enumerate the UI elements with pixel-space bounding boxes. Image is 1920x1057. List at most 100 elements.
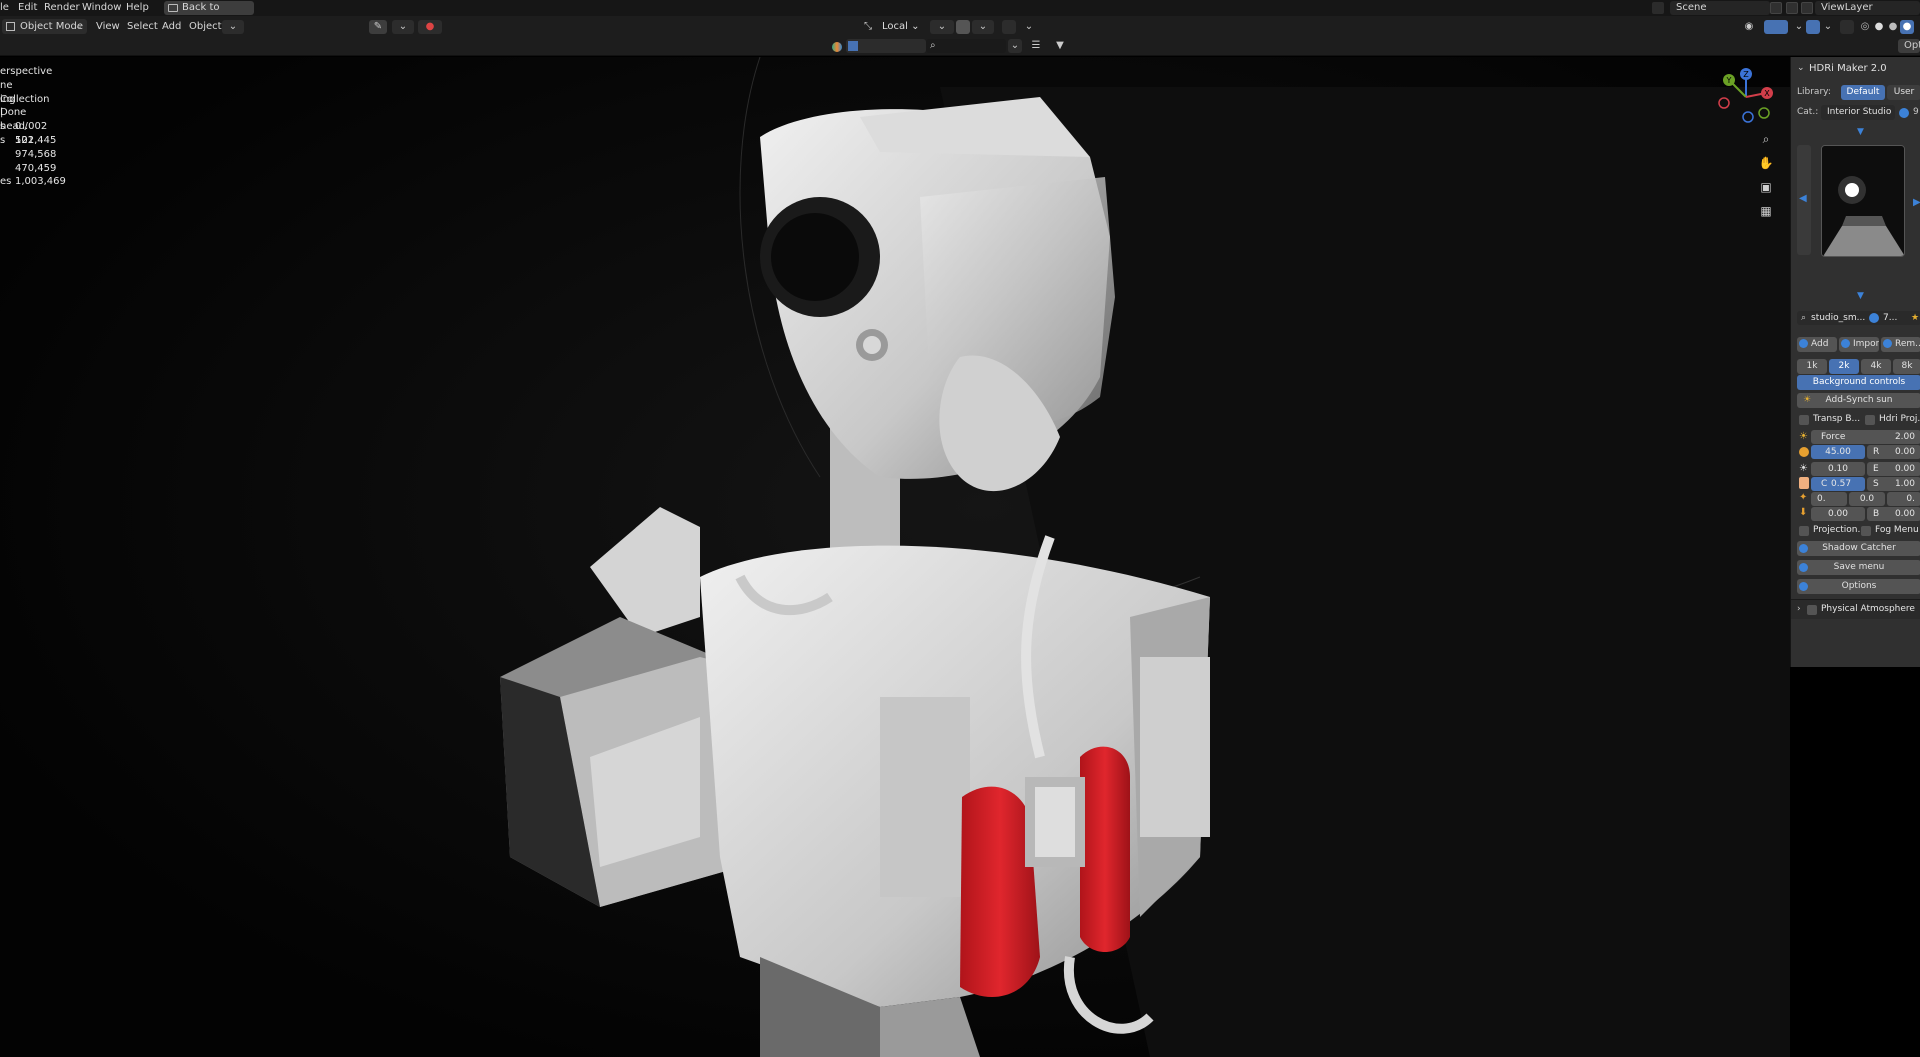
menu-window[interactable]: Window bbox=[82, 2, 121, 13]
delete-scene-icon[interactable] bbox=[1786, 2, 1798, 14]
color-swatch-icon[interactable] bbox=[1799, 477, 1809, 489]
scene-icon[interactable] bbox=[1652, 2, 1664, 14]
overlay-icon[interactable] bbox=[1806, 20, 1820, 34]
menu-render[interactable]: Render bbox=[44, 2, 80, 13]
preview-next-icon[interactable]: ▶ bbox=[1913, 197, 1920, 208]
falloff-icon[interactable]: ⌄ bbox=[1018, 20, 1040, 34]
gizmo-dropdown-icon[interactable]: ⌄ bbox=[1792, 20, 1806, 34]
view-layer-selector[interactable]: ViewLayer bbox=[1815, 1, 1920, 15]
category-select[interactable]: Interior Studio bbox=[1821, 105, 1895, 120]
value-d-field[interactable]: 0.00 bbox=[1811, 507, 1865, 521]
add-button[interactable]: Add bbox=[1797, 337, 1837, 352]
pivot-point-icon[interactable]: ⌄ bbox=[930, 20, 954, 34]
gizmo-toggle-icon[interactable] bbox=[832, 42, 842, 52]
object-mode-select[interactable]: Object Mode ⌄ bbox=[2, 19, 87, 34]
value-c3-field[interactable]: 0. bbox=[1887, 492, 1920, 506]
res-2k-button[interactable]: 2k bbox=[1829, 359, 1859, 374]
star-icon[interactable]: ★ bbox=[1911, 311, 1919, 325]
hdri-preview-thumbnail[interactable] bbox=[1821, 145, 1905, 257]
pan-hand-icon[interactable]: ✋ bbox=[1758, 155, 1774, 171]
library-user-button[interactable]: User bbox=[1887, 85, 1920, 100]
search-icon: ⌕ bbox=[1801, 313, 1807, 323]
transparent-bg-checkbox[interactable] bbox=[1799, 415, 1809, 425]
pin-icon[interactable] bbox=[1754, 2, 1764, 12]
menu-help[interactable]: Help bbox=[126, 2, 149, 13]
fog-menu-checkbox[interactable] bbox=[1861, 526, 1871, 536]
physical-atmosphere-checkbox[interactable] bbox=[1807, 605, 1817, 615]
back-to-previous-button[interactable]: Back to Previous bbox=[164, 1, 254, 27]
options-icon bbox=[1799, 582, 1808, 591]
navigation-gizmo[interactable]: Z Y X bbox=[1716, 67, 1776, 127]
view-layer-icon[interactable] bbox=[1801, 2, 1813, 14]
ortho-grid-icon[interactable]: ▦ bbox=[1758, 203, 1774, 219]
visibility-icon[interactable]: ◉ bbox=[1738, 20, 1760, 34]
c-field[interactable]: C 0.57 bbox=[1811, 477, 1865, 491]
transform-orientation-select[interactable]: Local ⌄ bbox=[862, 20, 922, 34]
r-field[interactable]: R 0.00 bbox=[1867, 445, 1920, 459]
e-field[interactable]: E 0.00 bbox=[1867, 462, 1920, 476]
proportional-edit-icon[interactable] bbox=[1002, 20, 1016, 34]
new-scene-icon[interactable] bbox=[1770, 2, 1782, 14]
shadow-catcher-button[interactable]: Shadow Catcher bbox=[1797, 541, 1920, 556]
options-tab[interactable]: Opt bbox=[1898, 39, 1920, 53]
res-4k-button[interactable]: 4k bbox=[1861, 359, 1891, 374]
snap-target-icon[interactable]: ⌄ bbox=[972, 20, 994, 34]
object-type-icon[interactable]: ⌄ bbox=[222, 20, 244, 34]
menu-edit[interactable]: Edit bbox=[18, 2, 37, 13]
remove-button[interactable]: Rem... bbox=[1881, 337, 1920, 352]
library-default-button[interactable]: Default bbox=[1841, 85, 1885, 100]
menu-object[interactable]: Object bbox=[189, 21, 222, 32]
menu-select[interactable]: Select bbox=[127, 21, 158, 32]
hdri-projection-label: Hdri Proj... bbox=[1879, 414, 1920, 424]
xray-icon[interactable] bbox=[1840, 20, 1854, 34]
3d-viewport[interactable]: erspective ne Collection | head.002 ing … bbox=[0, 57, 1790, 1057]
physical-atmosphere-header[interactable]: › Physical Atmosphere bbox=[1791, 599, 1920, 619]
select-mode-icon[interactable] bbox=[848, 41, 858, 51]
expand-arrow-icon[interactable]: › bbox=[1797, 604, 1801, 614]
rotation-field[interactable]: 45.00 bbox=[1811, 445, 1865, 459]
menu-add[interactable]: Add bbox=[162, 21, 181, 32]
preview-down-icon[interactable]: ▼ bbox=[1857, 291, 1864, 301]
res-8k-button[interactable]: 8k bbox=[1893, 359, 1920, 374]
res-1k-button[interactable]: 1k bbox=[1797, 359, 1827, 374]
search-dropdown-icon[interactable]: ⌄ bbox=[1008, 39, 1022, 53]
rendered-shading-icon[interactable]: ● bbox=[1900, 20, 1914, 34]
gizmo-icon[interactable] bbox=[1764, 20, 1788, 34]
collapse-arrow-icon[interactable]: ⌄ bbox=[1797, 63, 1805, 73]
zoom-icon[interactable]: ⌕ bbox=[1758, 131, 1774, 147]
filter-list-icon[interactable]: ☰ bbox=[1026, 39, 1046, 53]
save-menu-button[interactable]: Save menu bbox=[1797, 560, 1920, 575]
overlay-dropdown-icon[interactable]: ⌄ bbox=[1822, 20, 1834, 34]
color-icon[interactable]: ● bbox=[418, 20, 442, 34]
camera-view-icon[interactable]: ▣ bbox=[1758, 179, 1774, 195]
category-label: Cat.: bbox=[1797, 107, 1819, 117]
options-button[interactable]: Options bbox=[1797, 579, 1920, 594]
background-controls-button[interactable]: Background controls bbox=[1797, 375, 1920, 390]
solid-shading-icon[interactable]: ● bbox=[1872, 20, 1886, 34]
s-field[interactable]: S 1.00 bbox=[1867, 477, 1920, 491]
b-field[interactable]: B 0.00 bbox=[1867, 507, 1920, 521]
snap-toggle-icon[interactable] bbox=[956, 20, 970, 34]
add-synch-sun-button[interactable]: ☀ Add-Synch sun bbox=[1797, 393, 1920, 408]
force-field[interactable]: Force 2.00 bbox=[1811, 430, 1920, 444]
projection-checkbox[interactable] bbox=[1799, 526, 1809, 536]
eyedropper-icon[interactable]: ✎ bbox=[369, 20, 387, 34]
viewport-search[interactable]: ⌕ bbox=[926, 39, 1006, 53]
value-a-field[interactable]: 0.10 bbox=[1811, 462, 1865, 476]
select-mode-buttons[interactable] bbox=[846, 39, 926, 53]
value-c2-field[interactable]: 0.0 bbox=[1849, 492, 1885, 506]
filter-icon[interactable]: ▼ bbox=[1050, 39, 1070, 53]
wireframe-shading-icon[interactable]: ◎ bbox=[1858, 20, 1872, 34]
import-button[interactable]: Import bbox=[1839, 337, 1879, 352]
preview-prev-tab[interactable]: ◀ bbox=[1797, 145, 1811, 255]
menu-file[interactable]: le bbox=[0, 2, 9, 13]
category-refresh-icon[interactable] bbox=[1899, 108, 1909, 118]
material-shading-icon[interactable]: ● bbox=[1886, 20, 1900, 34]
value-d: 0.00 bbox=[1827, 509, 1849, 519]
hdri-projection-checkbox[interactable] bbox=[1865, 415, 1875, 425]
menu-view[interactable]: View bbox=[96, 21, 120, 32]
preview-up-icon[interactable]: ▼ bbox=[1857, 127, 1864, 137]
value-c1-field[interactable]: 0. bbox=[1811, 492, 1847, 506]
snap-icon[interactable]: ⌄ bbox=[392, 20, 414, 34]
brightness-icon: ☀ bbox=[1799, 431, 1808, 442]
